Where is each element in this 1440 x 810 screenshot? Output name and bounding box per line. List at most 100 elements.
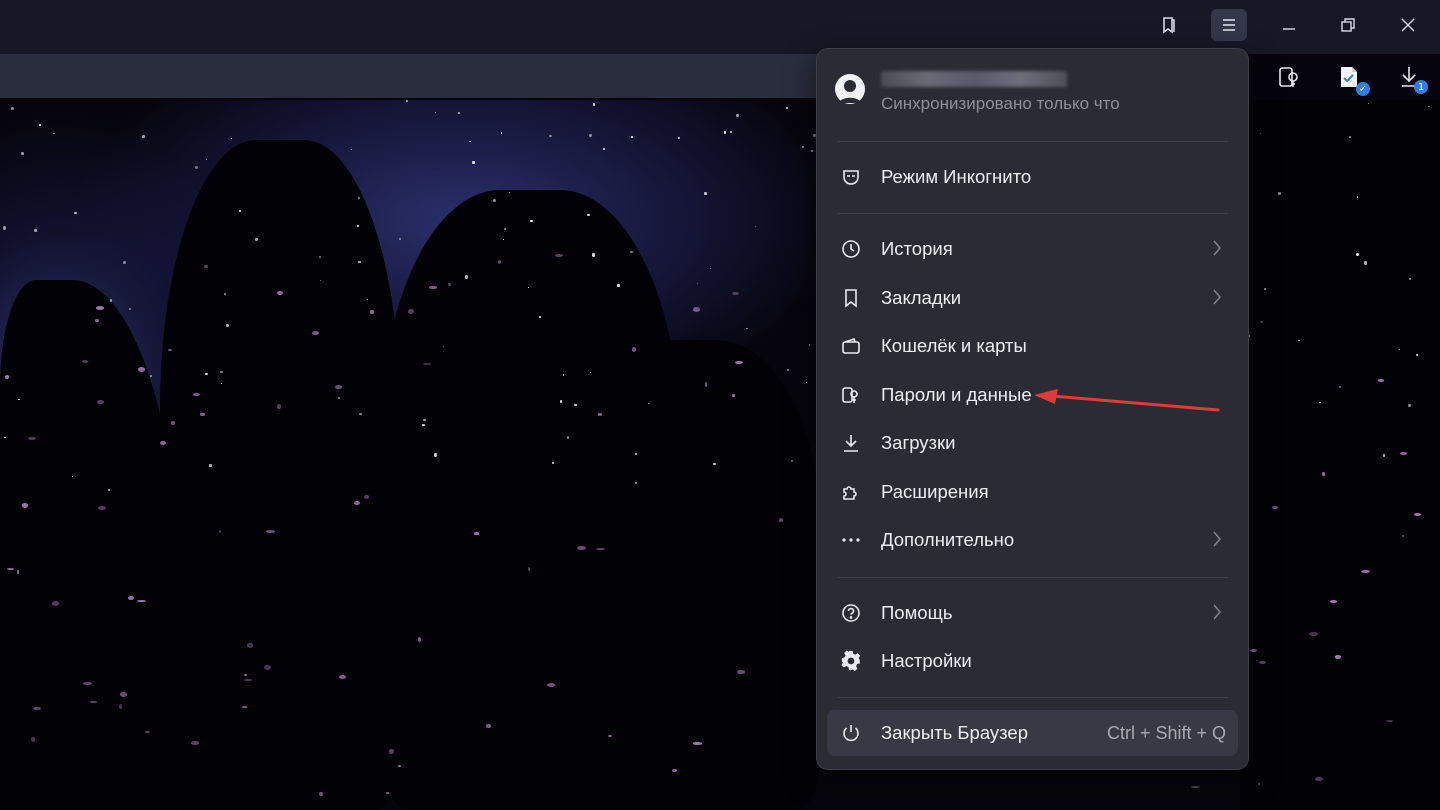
menu-item-help[interactable]: Помощь (827, 590, 1238, 636)
menu-item-wallet[interactable]: Кошелёк и карты (827, 323, 1238, 369)
star-speck (464, 275, 469, 279)
leaf-speck (277, 290, 283, 296)
star-speck (205, 372, 208, 376)
restore-icon[interactable] (1330, 9, 1366, 41)
chevron-right-icon (1212, 288, 1222, 311)
leaf-speck (241, 705, 247, 708)
star-speck (457, 111, 461, 115)
leaf-speck (264, 664, 271, 670)
star-speck (230, 137, 233, 140)
document-verified-icon[interactable]: ✓ (1334, 62, 1370, 96)
menu-item-bookmarks[interactable]: Закладки (827, 275, 1238, 321)
close-icon[interactable] (1390, 9, 1426, 41)
menu-item-label: Расширения (881, 481, 989, 502)
menu-item-label: Закрыть Браузер (881, 722, 1029, 743)
leaf-speck (81, 360, 88, 363)
leaf-speck (1315, 776, 1323, 781)
star-speck (71, 475, 74, 478)
star-speck (255, 237, 259, 241)
star-speck (527, 286, 529, 288)
star-speck (1277, 191, 1282, 195)
hamburger-menu-icon[interactable] (1211, 9, 1247, 41)
star-speck (500, 131, 503, 134)
star-speck (754, 225, 757, 228)
leaf-speck (1399, 451, 1407, 455)
profile-section[interactable]: Синхронизировано только что (835, 67, 1230, 127)
star-speck (785, 106, 788, 109)
star-speck (239, 210, 241, 212)
star-speck (469, 140, 471, 143)
menu-item-settings[interactable]: Настройки (827, 638, 1238, 684)
leaf-speck (474, 532, 479, 535)
leaf-speck (671, 768, 678, 772)
star-speck (1364, 261, 1368, 265)
leaf-speck (168, 348, 173, 351)
menu-item-downloads[interactable]: Загрузки (827, 420, 1238, 466)
star-speck (724, 131, 727, 134)
star-speck (2, 226, 6, 230)
star-speck (398, 238, 402, 241)
star-speck (592, 103, 596, 106)
menu-item-label: Помощь (881, 602, 953, 623)
menu-item-close-browser[interactable]: Закрыть Браузер Ctrl + Shift + Q (827, 710, 1238, 756)
menu-item-extensions[interactable]: Расширения (827, 469, 1238, 515)
passwords-extension-icon[interactable] (1274, 62, 1304, 92)
downloads-icon[interactable]: 1 (1394, 62, 1428, 94)
star-speck (696, 283, 698, 285)
star-speck (746, 327, 748, 330)
leaf-speck (577, 545, 586, 551)
leaf-speck (319, 791, 324, 796)
divider (837, 577, 1228, 578)
leaf-speck (778, 518, 783, 523)
leaf-speck (363, 494, 369, 499)
star-speck (472, 161, 475, 164)
bookmarks-panel-icon[interactable] (1151, 9, 1187, 41)
leaf-speck (486, 724, 491, 728)
menu-item-more[interactable]: Дополнительно (827, 517, 1238, 563)
star-speck (39, 124, 42, 127)
menu-item-history[interactable]: История (827, 226, 1238, 272)
star-speck (205, 158, 207, 161)
leaf-speck (95, 318, 99, 323)
menu-item-incognito[interactable]: Режим Инкогнито (827, 154, 1238, 200)
star-speck (735, 114, 740, 118)
star-speck (786, 368, 789, 371)
leaf-speck (266, 530, 275, 533)
leaf-speck (4, 375, 9, 379)
leaf-speck (1258, 660, 1266, 664)
star-speck (713, 462, 716, 466)
star-speck (648, 402, 650, 405)
address-bar[interactable] (0, 54, 820, 98)
annotation-arrow (1034, 389, 1220, 412)
star-speck (1348, 135, 1351, 139)
download-icon (837, 429, 865, 457)
star-speck (703, 191, 707, 195)
star-speck (225, 324, 229, 327)
leaf-speck (96, 306, 105, 310)
star-speck (358, 260, 361, 264)
leaf-speck (429, 286, 437, 289)
star-speck (4, 436, 6, 439)
leaf-speck (311, 330, 319, 335)
star-speck (729, 131, 732, 134)
leaf-speck (22, 502, 28, 508)
star-speck (504, 228, 506, 231)
star-speck (529, 219, 533, 223)
menu-item-label: Настройки (881, 650, 972, 671)
mask-icon (837, 163, 865, 191)
leaf-speck (51, 601, 60, 606)
star-speck (195, 165, 199, 169)
star-speck (129, 307, 132, 310)
star-speck (709, 267, 712, 270)
leaf-speck (30, 737, 35, 742)
star-speck (1382, 454, 1386, 457)
leaf-speck (1191, 786, 1200, 789)
leaf-speck (244, 673, 248, 676)
chevron-right-icon (1212, 603, 1222, 626)
minimize-icon[interactable] (1271, 9, 1307, 41)
star-speck (18, 398, 20, 400)
star-speck (209, 463, 212, 467)
profile-name-redacted (881, 71, 1067, 87)
star-speck (53, 132, 55, 135)
leaf-speck (692, 307, 700, 313)
